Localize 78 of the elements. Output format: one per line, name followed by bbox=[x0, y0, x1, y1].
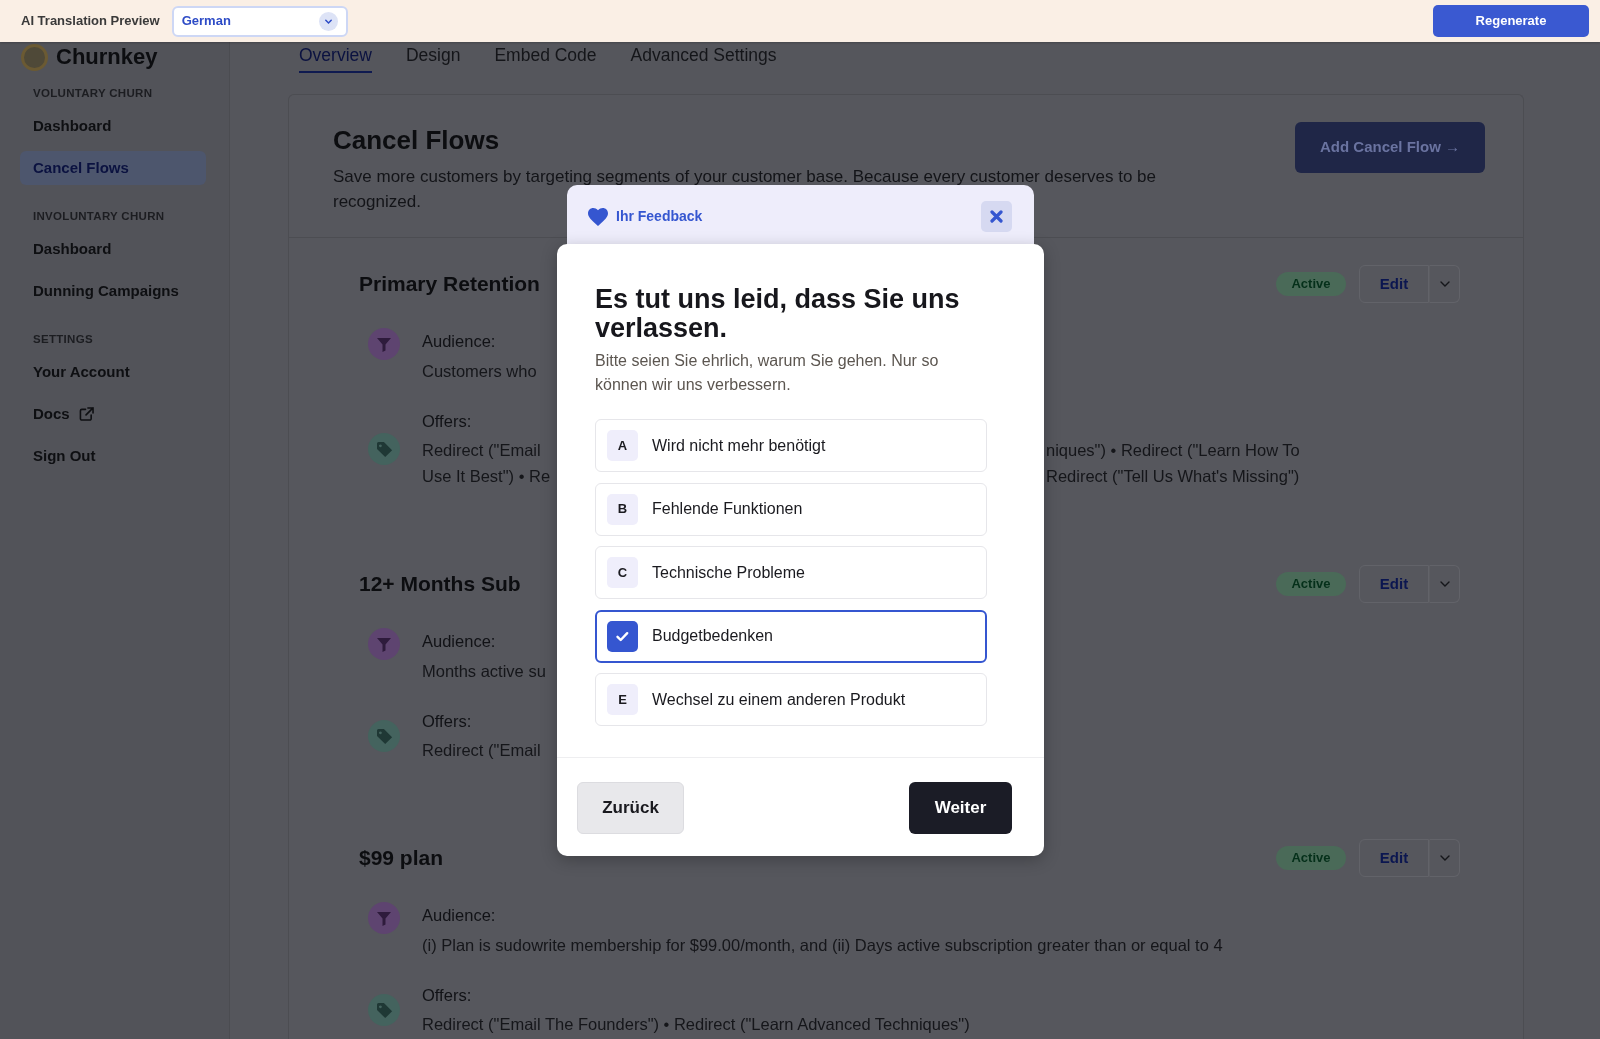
check-icon bbox=[607, 620, 638, 652]
sidebar-item[interactable]: Dashboard bbox=[20, 109, 206, 143]
funnel-icon bbox=[368, 902, 400, 934]
offers-text: Redirect ("Email The Founders") • Redirect ("Learn Advanced Techniques") bbox=[422, 1014, 970, 1035]
flow-title: $99 plan bbox=[359, 845, 444, 872]
close-icon bbox=[990, 210, 1003, 223]
offers-text: Use It Best") • Re bbox=[422, 466, 551, 487]
chevron-down-icon bbox=[1439, 281, 1450, 287]
chevron-down-icon bbox=[1439, 581, 1450, 587]
page-title: Cancel Flows bbox=[333, 124, 500, 156]
option-key: E bbox=[607, 684, 638, 715]
funnel-icon bbox=[368, 328, 400, 360]
dialog-title: Es tut uns leid, dass Sie uns verlassen. bbox=[595, 285, 961, 343]
next-button[interactable]: Weiter bbox=[909, 782, 1012, 834]
logo-text: Churnkey bbox=[56, 44, 158, 70]
sidebar-item[interactable]: Docs bbox=[20, 397, 206, 431]
status-badge: Active bbox=[1276, 272, 1346, 296]
option-key: C bbox=[607, 557, 638, 588]
tab[interactable]: Advanced Settings bbox=[630, 44, 777, 73]
status-badge: Active bbox=[1276, 572, 1346, 596]
more-options-button[interactable] bbox=[1429, 839, 1460, 877]
audience-label: Audience: bbox=[422, 331, 496, 352]
chevron-down-icon bbox=[318, 11, 338, 31]
offers-label: Offers: bbox=[422, 985, 472, 1006]
offers-text: Redirect ("Email bbox=[422, 740, 541, 761]
logo-icon bbox=[21, 43, 48, 71]
tab[interactable]: Overview bbox=[299, 44, 372, 73]
audience-text: Months active su bbox=[422, 661, 546, 682]
translation-preview-label: AI Translation Preview bbox=[21, 12, 160, 31]
offers-label: Offers: bbox=[422, 711, 472, 732]
answer-option[interactable]: C Technische Probleme bbox=[595, 546, 987, 599]
offers-text: niques") • Redirect ("Learn How To bbox=[1046, 440, 1300, 461]
audience-text: Customers who bbox=[422, 361, 537, 382]
sidebar-item[interactable]: Your Account bbox=[20, 355, 206, 389]
close-button[interactable] bbox=[981, 201, 1012, 232]
sidebar-section-heading: INVOLUNTARY CHURN bbox=[33, 209, 165, 224]
chevron-down-icon bbox=[1439, 855, 1450, 861]
sidebar-section-heading: VOLUNTARY CHURN bbox=[33, 86, 153, 101]
audience-label: Audience: bbox=[422, 631, 496, 652]
tag-icon bbox=[368, 993, 400, 1026]
sidebar-item[interactable]: Cancel Flows bbox=[20, 151, 206, 185]
sidebar-item[interactable]: Sign Out bbox=[20, 439, 206, 473]
offers-text: Redirect ("Tell Us What's Missing") bbox=[1046, 466, 1300, 487]
dialog-subtitle: Bitte seien Sie ehrlich, warum Sie gehen. Nur so können wir uns verbessern. bbox=[595, 351, 940, 395]
offers-label: Offers: bbox=[422, 411, 472, 432]
flow-title: Primary Retention bbox=[359, 271, 540, 298]
sidebar-item[interactable]: Dunning Campaigns bbox=[20, 274, 206, 308]
answer-option[interactable]: A Wird nicht mehr benötigt bbox=[595, 419, 987, 472]
answer-option[interactable]: B Fehlende Funktionen bbox=[595, 482, 987, 536]
status-badge: Active bbox=[1276, 846, 1346, 870]
edit-button[interactable]: Edit bbox=[1359, 565, 1429, 603]
option-key: A bbox=[607, 430, 638, 461]
back-button[interactable]: Zurück bbox=[577, 782, 684, 834]
answer-option[interactable]: E Wechsel zu einem anderen Produkt bbox=[595, 673, 987, 726]
option-key: B bbox=[607, 493, 638, 525]
more-options-button[interactable] bbox=[1429, 265, 1460, 303]
audience-text: (i) Plan is sudowrite membership for $99.00/month, and (ii) Days active subscription greater than or equal to 4 bbox=[422, 935, 1223, 956]
audience-label: Audience: bbox=[422, 905, 496, 926]
sidebar-section-heading: SETTINGS bbox=[33, 332, 93, 347]
add-cancel-flow-button[interactable]: Add Cancel Flow → bbox=[1295, 122, 1485, 173]
tag-icon bbox=[368, 432, 400, 465]
edit-button[interactable]: Edit bbox=[1359, 839, 1429, 877]
more-options-button[interactable] bbox=[1429, 565, 1460, 603]
sidebar-item[interactable]: Dashboard bbox=[20, 232, 206, 266]
regenerate-button[interactable]: Regenerate bbox=[1433, 5, 1589, 37]
dialog-header-title: Ihr Feedback bbox=[616, 207, 703, 226]
tab[interactable]: Embed Code bbox=[494, 44, 597, 73]
answer-option[interactable]: Budgetbedenken bbox=[595, 609, 987, 663]
funnel-icon bbox=[368, 628, 400, 660]
page-description: recognized. bbox=[333, 193, 421, 211]
offers-text: Redirect ("Email bbox=[422, 440, 541, 461]
flow-title: 12+ Months Sub bbox=[359, 571, 521, 598]
page-description: Save more customers by targeting segments of your customer base. Because every customer deserves to be bbox=[333, 168, 1156, 186]
tag-icon bbox=[368, 719, 400, 752]
tab[interactable]: Design bbox=[405, 44, 461, 73]
language-dropdown[interactable]: German bbox=[171, 5, 348, 37]
heart-icon bbox=[588, 207, 608, 226]
edit-button[interactable]: Edit bbox=[1359, 265, 1429, 303]
